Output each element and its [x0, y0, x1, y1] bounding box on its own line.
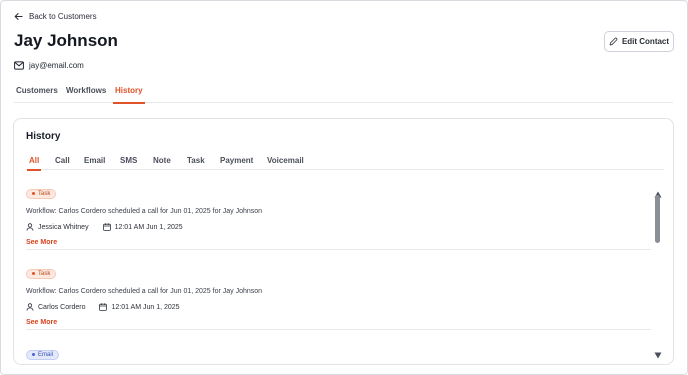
edit-contact-label: Edit Contact: [621, 37, 670, 46]
entry-datetime: 12:01 AM Jun 1, 2025: [114, 223, 183, 231]
app-frame: Back to Customers Jay Johnson Edit Conta…: [0, 0, 688, 375]
tag-dot-icon: [32, 272, 35, 275]
filter-voicemail[interactable]: Voicemail: [267, 156, 304, 170]
entry-description: Workflow: Carlos Cordero scheduled a cal…: [26, 208, 263, 215]
filter-sms[interactable]: SMS: [120, 156, 137, 170]
filter-task[interactable]: Task: [187, 156, 205, 170]
entry-datetime: 12:01 AM Jun 1, 2025: [111, 303, 180, 311]
see-more-link[interactable]: See More: [26, 239, 651, 246]
history-entry: Task Workflow: Carlos Cordero scheduled …: [26, 262, 651, 326]
contact-email: jay@email.com: [29, 61, 84, 70]
history-entry: Email: [26, 343, 651, 361]
tag-dot-icon: [32, 353, 35, 356]
entry-meta: Carlos Cordero 12:01 AM Jun 1, 2025: [26, 303, 651, 311]
entry-divider: [26, 249, 651, 250]
back-to-customers-link[interactable]: Back to Customers: [14, 12, 97, 21]
entry-user: Jessica Whitney: [38, 223, 89, 231]
contact-email-row: jay@email.com: [14, 61, 84, 70]
see-more-link[interactable]: See More: [26, 319, 651, 326]
tag-dot-icon: [32, 192, 35, 195]
filter-all[interactable]: All: [26, 156, 42, 171]
tab-workflows[interactable]: Workflows: [66, 86, 106, 103]
history-entry: Task Workflow: Carlos Cordero scheduled …: [26, 182, 651, 246]
entry-user: Carlos Cordero: [38, 303, 86, 311]
task-tag: Task: [26, 188, 57, 199]
arrow-left-icon: [14, 12, 23, 21]
email-tag: Email: [26, 349, 60, 360]
tag-label: Email: [38, 351, 54, 358]
edit-contact-button[interactable]: Edit Contact: [604, 31, 674, 52]
tag-label: Task: [38, 190, 51, 197]
filter-note[interactable]: Note: [153, 156, 171, 170]
filter-payment[interactable]: Payment: [220, 156, 253, 170]
entry-description: Workflow: Carlos Cordero scheduled a cal…: [26, 288, 263, 295]
history-panel: History All Call Email SMS Note Task Pay…: [13, 118, 674, 365]
user-icon: [26, 223, 34, 231]
pencil-icon: [609, 37, 618, 46]
entry-divider: [26, 329, 651, 330]
back-link-label: Back to Customers: [29, 12, 97, 21]
tag-label: Task: [38, 270, 51, 277]
contact-name: Jay Johnson: [14, 31, 118, 50]
envelope-icon: [14, 61, 24, 70]
calendar-icon: [102, 223, 111, 231]
scrollbar-thumb[interactable]: [655, 195, 660, 243]
user-icon: [26, 303, 34, 311]
scroll-down-icon[interactable]: [654, 346, 662, 359]
task-tag: Task: [26, 268, 57, 279]
calendar-icon: [99, 303, 108, 311]
history-title: History: [26, 131, 61, 142]
history-filter-tabs: All Call Email SMS Note Task Payment Voi…: [26, 156, 664, 171]
entry-meta: Jessica Whitney 12:01 AM Jun 1, 2025: [26, 223, 651, 231]
filter-email[interactable]: Email: [84, 156, 105, 170]
history-feed: Task Workflow: Carlos Cordero scheduled …: [26, 178, 651, 364]
filter-call[interactable]: Call: [55, 156, 70, 170]
scroll-up-icon[interactable]: [654, 185, 662, 198]
contact-tabs: Customers Workflows History: [14, 86, 673, 104]
tab-customers[interactable]: Customers: [16, 86, 58, 103]
tab-history[interactable]: History: [113, 86, 145, 104]
